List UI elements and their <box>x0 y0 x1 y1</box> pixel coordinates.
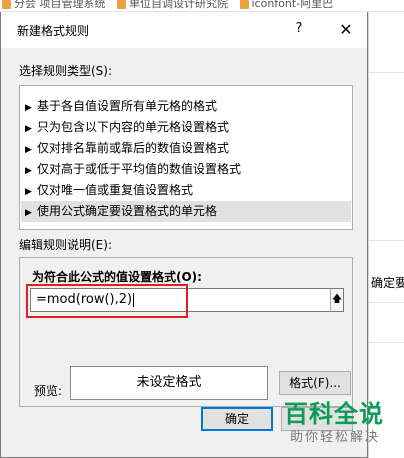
format-button[interactable]: 格式(F)... <box>279 371 351 395</box>
background-spreadsheet: 确定要 <box>368 12 404 458</box>
rule-type-item[interactable]: ▶ 基于各自值设置所有单元格的格式 <box>21 96 351 117</box>
ok-button[interactable]: 确定 <box>201 407 273 431</box>
preview-box: 未设定格式 <box>70 366 268 400</box>
rule-type-item[interactable]: ▶ 只为包含以下内容的单元格设置格式 <box>21 117 351 138</box>
preview-label: 预览: <box>34 384 63 398</box>
background-text: 确定要 <box>371 276 404 290</box>
rule-description-panel: 为符合此公式的值设置格式(O): =mod(row(),2) 🡅 预览: 未设定… <box>19 257 353 407</box>
arrow-up-icon: 🡅 <box>331 294 343 305</box>
background-tab-2[interactable]: 单位自调设计研究院 <box>117 0 228 11</box>
dialog-titlebar[interactable]: 新建格式规则 ? ✕ <box>1 12 367 48</box>
formula-label: 为符合此公式的值设置格式(O): <box>32 270 202 284</box>
triangle-right-icon: ▶ <box>25 187 32 197</box>
triangle-right-icon: ▶ <box>25 208 32 218</box>
watermark: 百科全说 助你轻松解决 <box>284 394 402 456</box>
bookmark-icon <box>117 0 126 9</box>
new-format-rule-dialog: 新建格式规则 ? ✕ 选择规则类型(S): ▶ 基于各自值设置所有单元格的格式 ▶… <box>0 12 368 458</box>
close-icon[interactable]: ✕ <box>336 20 356 39</box>
dialog-title: 新建格式规则 <box>17 24 90 38</box>
background-tab-1[interactable]: 分会 项目管理系统 <box>2 0 106 11</box>
triangle-right-icon: ▶ <box>25 145 32 155</box>
triangle-right-icon: ▶ <box>25 166 32 176</box>
triangle-right-icon: ▶ <box>25 103 32 113</box>
edit-description-label: 编辑规则说明(E): <box>19 238 112 252</box>
bookmark-icon <box>239 0 249 9</box>
formula-input[interactable]: =mod(row(),2) <box>30 288 344 312</box>
watermark-main-text: 百科全说 <box>284 400 384 428</box>
background-browser-tabs: 分会 项目管理系统 单位自调设计研究院 iconfont-阿里巴 <box>0 0 404 12</box>
rule-type-item[interactable]: ▶ 仅对高于或低于平均值的数值设置格式 <box>21 159 351 180</box>
rule-type-label: 选择规则类型(S): <box>19 64 113 78</box>
rule-type-item[interactable]: ▶ 仅对排名靠前或靠后的数值设置格式 <box>21 138 351 159</box>
text-cursor <box>133 292 135 307</box>
bookmark-icon <box>2 0 11 9</box>
background-tab-3[interactable]: iconfont-阿里巴 <box>239 0 333 11</box>
formula-value: =mod(row(),2) <box>36 292 133 307</box>
collapse-dialog-button[interactable]: 🡅 <box>330 289 343 311</box>
rule-type-item-selected[interactable]: ▶ 使用公式确定要设置格式的单元格 <box>21 201 351 222</box>
rule-type-list[interactable]: ▶ 基于各自值设置所有单元格的格式 ▶ 只为包含以下内容的单元格设置格式 ▶ 仅对排名… <box>19 85 353 230</box>
watermark-sub-text: 助你轻松解决 <box>290 430 381 445</box>
triangle-right-icon: ▶ <box>25 124 32 134</box>
rule-type-item[interactable]: ▶ 仅对唯一值或重复值设置格式 <box>21 180 351 201</box>
help-button[interactable]: ? <box>289 21 309 36</box>
